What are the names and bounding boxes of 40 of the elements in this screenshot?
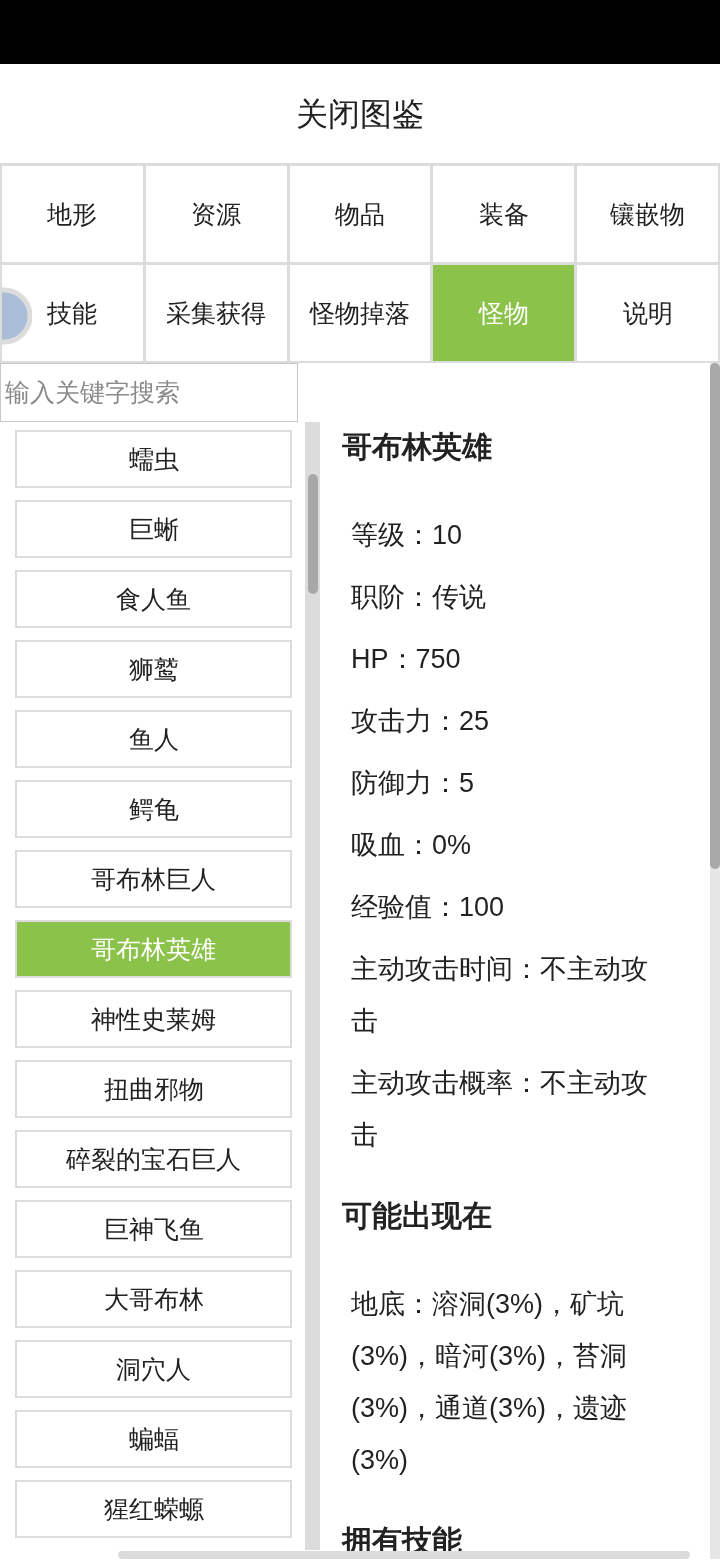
monster-name: 哥布林英雄: [342, 429, 493, 465]
monster-list-item[interactable]: 神性史莱姆: [15, 990, 292, 1048]
search-field[interactable]: 输入关键字搜索: [0, 363, 298, 422]
tab[interactable]: 说明: [577, 265, 718, 361]
stat-text: 防御力：5: [350, 767, 476, 800]
monster-list-item[interactable]: 洞穴人: [15, 1340, 292, 1398]
tab[interactable]: 物品: [289, 166, 431, 262]
monster-list-item[interactable]: 食人鱼: [15, 570, 292, 628]
tab[interactable]: 装备: [433, 166, 575, 262]
monster-list-item[interactable]: 猩红蝾螈: [15, 1480, 292, 1538]
stat-text: 攻击力：25: [350, 705, 491, 738]
stat-text: HP：750: [350, 643, 462, 676]
stat-text: 等级：10: [350, 519, 464, 552]
scrollbar-thumb[interactable]: [308, 474, 318, 594]
monster-list-item[interactable]: 鳄龟: [15, 780, 292, 838]
tab[interactable]: 怪物掉落: [289, 265, 431, 361]
monster-list-item[interactable]: 巨蜥: [15, 500, 292, 558]
monster-list-item[interactable]: 大哥布林: [15, 1270, 292, 1328]
section-heading: 可能出现在: [342, 1198, 493, 1234]
tab[interactable]: 镶嵌物: [577, 166, 718, 262]
monster-list-item[interactable]: 狮鹫: [15, 640, 292, 698]
monster-list-item[interactable]: 碎裂的宝石巨人: [15, 1130, 292, 1188]
stat-text: 经验值：100: [350, 891, 506, 924]
scrollbar-thumb[interactable]: [710, 363, 720, 869]
stat-text: 吸血：0%: [350, 829, 473, 862]
tab[interactable]: 地形: [2, 166, 143, 262]
tab[interactable]: 技能: [2, 265, 143, 361]
close-button[interactable]: 关闭图鉴: [290, 91, 430, 136]
monster-list-item[interactable]: 蝙蝠: [15, 1410, 292, 1468]
stat-text: 主动攻击时间：不主动攻击: [350, 953, 649, 1038]
section-text: 地底：溶洞(3%)，矿坑(3%)，暗河(3%)，苔洞(3%)，通道(3%)，遗迹(3%): [350, 1288, 628, 1477]
tab[interactable]: 资源: [145, 166, 287, 262]
monster-list-item[interactable]: 鱼人: [15, 710, 292, 768]
monster-list-item[interactable]: 哥布林巨人: [15, 850, 292, 908]
stat-text: 主动攻击概率：不主动攻击: [350, 1067, 649, 1152]
monster-list-item[interactable]: 巨神飞鱼: [15, 1200, 292, 1258]
monster-list-item[interactable]: 扭曲邪物: [15, 1060, 292, 1118]
monster-list-item[interactable]: 蠕虫: [15, 430, 292, 488]
stat-text: 职阶：传说: [350, 581, 487, 614]
tab[interactable]: 采集获得: [145, 265, 287, 361]
